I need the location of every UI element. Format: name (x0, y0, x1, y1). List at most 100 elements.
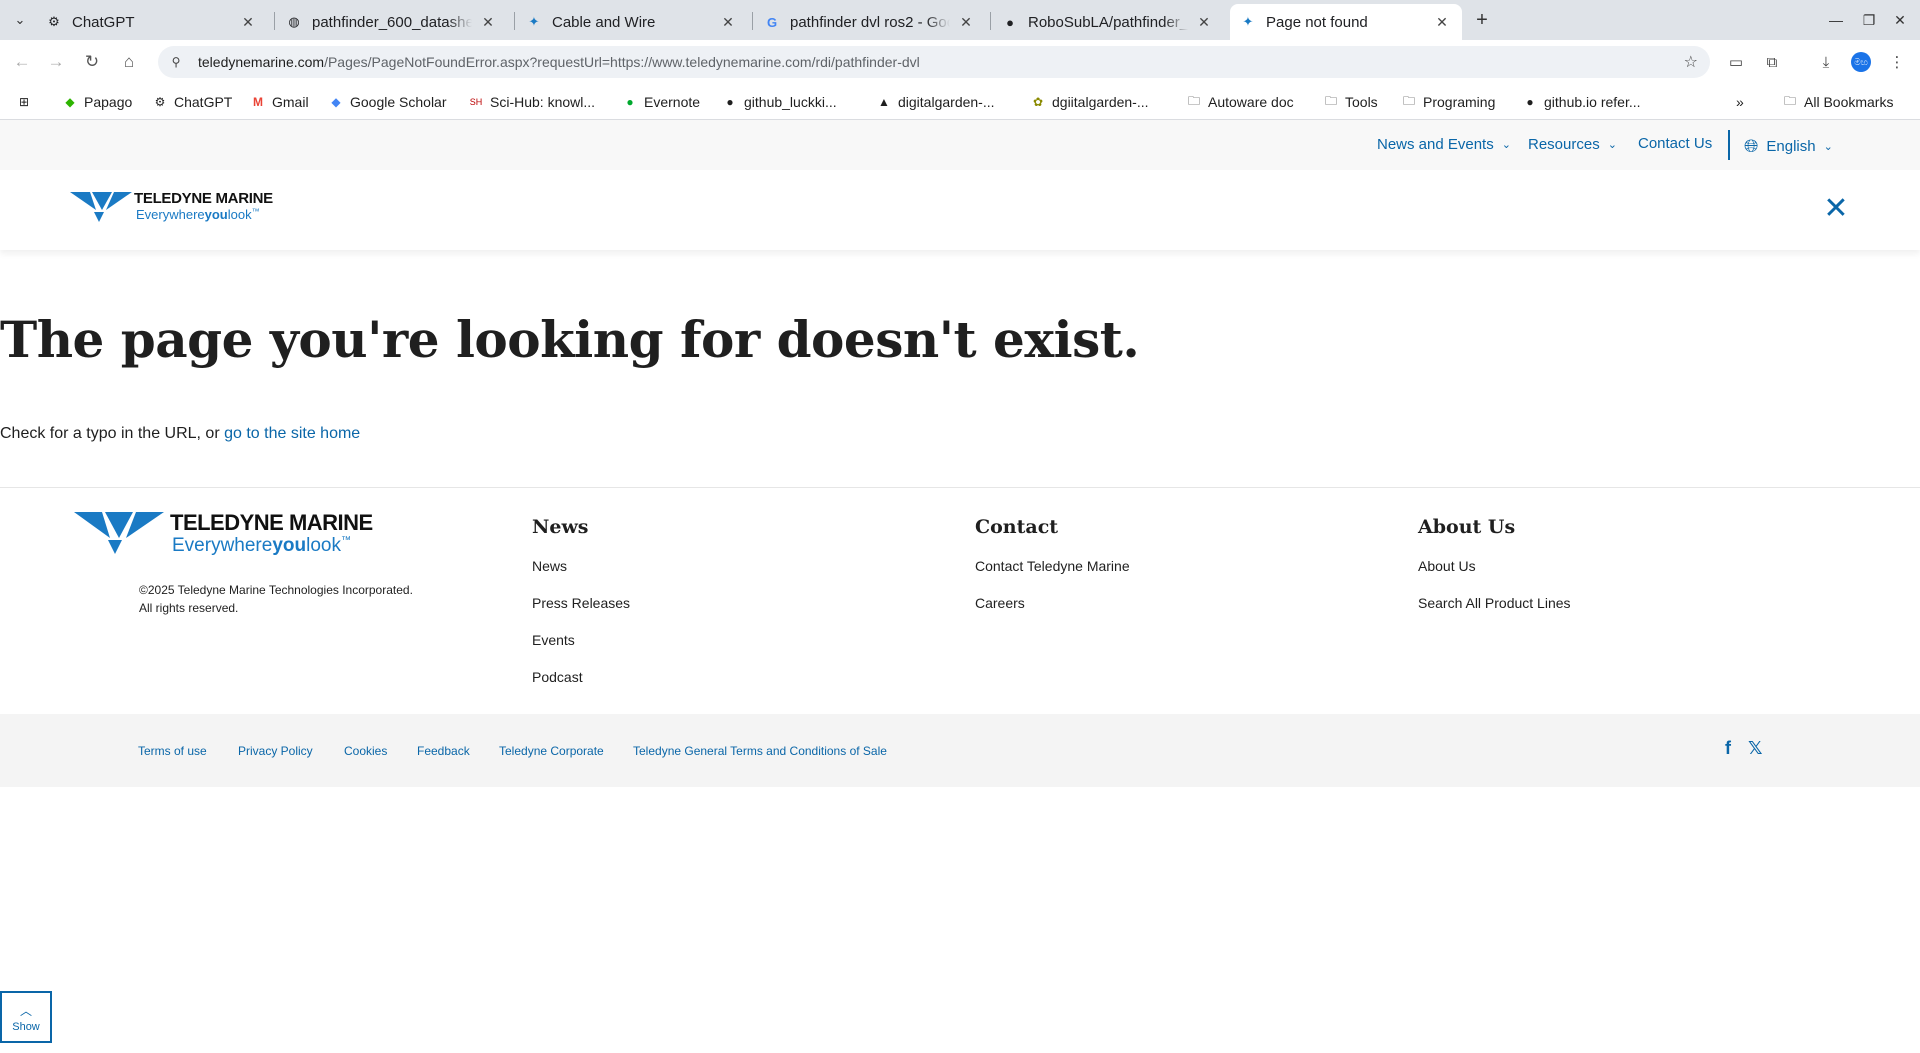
tab-title: pathfinder dvl ros2 - Google (790, 13, 950, 31)
bookmark-label: Evernote (644, 94, 701, 110)
footer-link-product-lines[interactable]: Search All Product Lines (1418, 595, 1571, 632)
tab-title: RoboSubLA/pathfinder_ (1028, 13, 1188, 31)
language-selector[interactable]: 🌐︎ English ⌄ (1744, 136, 1833, 157)
close-tab-icon[interactable]: ✕ (1194, 12, 1214, 32)
teledyne-icon: ✦ (528, 14, 540, 29)
close-tab-icon[interactable]: ✕ (238, 12, 258, 32)
extensions-icon[interactable]: ⧉ (1760, 50, 1784, 74)
footer-link-news[interactable]: News (532, 558, 630, 595)
all-bookmarks[interactable]: 🗀 All Bookmarks (1782, 92, 1893, 112)
apps-icon: ⊞ (18, 95, 30, 109)
download-icon[interactable]: ⤓ (1814, 50, 1838, 74)
bookmark-github-luckki[interactable]: ● github_luckki... (722, 92, 836, 112)
forward-arrow-icon[interactable]: → (44, 50, 68, 74)
back-arrow-icon[interactable]: ← (10, 50, 34, 74)
footer-column-about: About Us About Us Search All Product Lin… (1418, 516, 1571, 632)
show-button[interactable]: ︿ Show (0, 991, 52, 1043)
close-menu-icon[interactable]: ✕ (1822, 192, 1850, 225)
window-close-icon[interactable]: ✕ (1888, 8, 1912, 32)
facebook-icon[interactable]: f (1725, 738, 1731, 759)
footer-column-contact: Contact Contact Teledyne Marine Careers (975, 516, 1130, 632)
message-text: Check for a typo in the URL, or (0, 425, 225, 442)
bookmark-google-scholar[interactable]: ◆ Google Scholar (328, 92, 447, 112)
bookmark-folder-tools[interactable]: 🗀 Tools (1323, 92, 1378, 112)
close-tab-icon[interactable]: ✕ (478, 12, 498, 32)
tab-search-chevron-icon[interactable]: ⌄ (8, 8, 32, 32)
browser-tab-datasheet[interactable]: ◍ pathfinder_600_datasheet ✕ (276, 4, 508, 40)
menu-kebab-icon[interactable]: ⋮ (1885, 50, 1909, 74)
url-path: /Pages/PageNotFoundError.aspx?requestUrl… (324, 54, 920, 70)
footer-link-press-releases[interactable]: Press Releases (532, 595, 630, 632)
home-icon[interactable]: ⌂ (117, 50, 141, 74)
bookmark-evernote[interactable]: ● Evernote (622, 92, 700, 112)
bookmark-folder-programing[interactable]: 🗀 Programing (1401, 92, 1495, 112)
teledyne-icon: ✦ (1242, 14, 1254, 29)
apps-grid-icon[interactable]: ⊞ (16, 92, 38, 112)
browser-tab-chatgpt[interactable]: ⚙ ChatGPT ✕ (36, 4, 268, 40)
footer-link-contact-teledyne[interactable]: Contact Teledyne Marine (975, 558, 1130, 595)
browser-tab-cable-wire[interactable]: ✦ Cable and Wire ✕ (516, 4, 748, 40)
tab-separator (514, 12, 515, 30)
nav-contact-us[interactable]: Contact Us (1638, 135, 1712, 152)
footer-column-title: News (532, 516, 589, 538)
bookmark-digitalgarden[interactable]: ▲ digitalgarden-... (876, 92, 994, 112)
logo-brand: TELEDYNE MARINE (170, 510, 373, 535)
reload-icon[interactable]: ↻ (80, 50, 104, 74)
globe-icon: 🌐︎ (1744, 136, 1759, 156)
legal-bar: Terms of use Privacy Policy Cookies Feed… (0, 714, 1920, 787)
bookmark-label: ChatGPT (174, 94, 233, 110)
teledyne-corporate-link[interactable]: Teledyne Corporate (499, 744, 604, 758)
scihub-icon: SH (469, 97, 483, 107)
terms-of-sale-link[interactable]: Teledyne General Terms and Conditions of… (633, 744, 887, 758)
reading-mode-icon[interactable]: ▭ (1724, 50, 1748, 74)
site-info-icon[interactable]: ⚲ (166, 52, 186, 72)
copyright-line: All rights reserved. (139, 601, 239, 615)
feedback-link[interactable]: Feedback (417, 744, 470, 758)
site-home-link[interactable]: go to the site home (224, 425, 360, 442)
logo-tagline: Everywhereyoulook™ (172, 535, 351, 556)
bookmark-label: Google Scholar (350, 94, 447, 110)
close-tab-icon[interactable]: ✕ (956, 12, 976, 32)
browser-tab-github[interactable]: ● RoboSubLA/pathfinder_ ✕ (992, 4, 1224, 40)
bookmark-chatgpt[interactable]: ⚙ ChatGPT (152, 92, 233, 112)
restore-icon[interactable]: ❐ (1857, 8, 1881, 32)
bookmark-scihub[interactable]: SH Sci-Hub: knowl... (468, 92, 595, 112)
browser-tab-google[interactable]: G pathfinder dvl ros2 - Google ✕ (754, 4, 986, 40)
github-icon: ● (1526, 95, 1534, 109)
nav-resources[interactable]: Resources ⌄ (1528, 136, 1617, 153)
profile-avatar[interactable]: මහ (1851, 52, 1871, 72)
folder-icon: 🗀 (1783, 93, 1796, 108)
nav-news-and-events[interactable]: News and Events ⌄ (1377, 136, 1511, 153)
footer-link-podcast[interactable]: Podcast (532, 669, 630, 706)
cookies-link[interactable]: Cookies (344, 744, 387, 758)
bookmark-dgiitalgarden[interactable]: ✿ dgiitalgarden-... (1030, 92, 1149, 112)
teledyne-marine-logo[interactable]: TELEDYNE MARINE Everywhereyoulook™ (70, 190, 273, 226)
bookmark-label: Tools (1345, 94, 1378, 110)
more-bookmarks-icon[interactable]: » (1736, 92, 1744, 112)
footer-column-news: News News Press Releases Events Podcast (532, 516, 630, 706)
bookmark-folder-autoware[interactable]: 🗀 Autoware doc (1186, 92, 1294, 112)
utility-nav: News and Events ⌄ Resources ⌄ Contact Us 🌐… (0, 120, 1920, 170)
bookmark-label: dgiitalgarden-... (1052, 94, 1149, 110)
browser-toolbar: ← → ↻ ⌂ ⚲ teledynemarine.com/Pages/PageN… (0, 40, 1920, 84)
address-bar[interactable]: ⚲ teledynemarine.com/Pages/PageNotFoundE… (158, 46, 1710, 78)
x-twitter-icon[interactable]: 𝕏 (1748, 738, 1763, 759)
folder-icon: 🗀 (1402, 93, 1415, 108)
bookmark-githubio[interactable]: ● github.io refer... (1522, 92, 1640, 112)
bookmark-gmail[interactable]: M Gmail (250, 92, 309, 112)
tab-title: Cable and Wire (552, 13, 656, 31)
terms-of-use-link[interactable]: Terms of use (138, 744, 207, 758)
bookmark-papago[interactable]: ◆ Papago (62, 92, 132, 112)
close-tab-icon[interactable]: ✕ (1432, 12, 1452, 32)
close-tab-icon[interactable]: ✕ (718, 12, 738, 32)
footer-link-about-us[interactable]: About Us (1418, 558, 1571, 595)
footer-logo[interactable]: TELEDYNE MARINE Everywhereyoulook™ (74, 510, 373, 560)
footer-link-events[interactable]: Events (532, 632, 630, 669)
minimize-icon[interactable]: — (1824, 8, 1848, 32)
privacy-policy-link[interactable]: Privacy Policy (238, 744, 313, 758)
bookmark-star-icon[interactable]: ☆ (1684, 52, 1698, 72)
browser-tab-page-not-found[interactable]: ✦ Page not found ✕ (1230, 4, 1462, 40)
footer-link-careers[interactable]: Careers (975, 595, 1130, 632)
new-tab-button[interactable]: + (1470, 8, 1494, 32)
tab-separator (274, 12, 275, 30)
